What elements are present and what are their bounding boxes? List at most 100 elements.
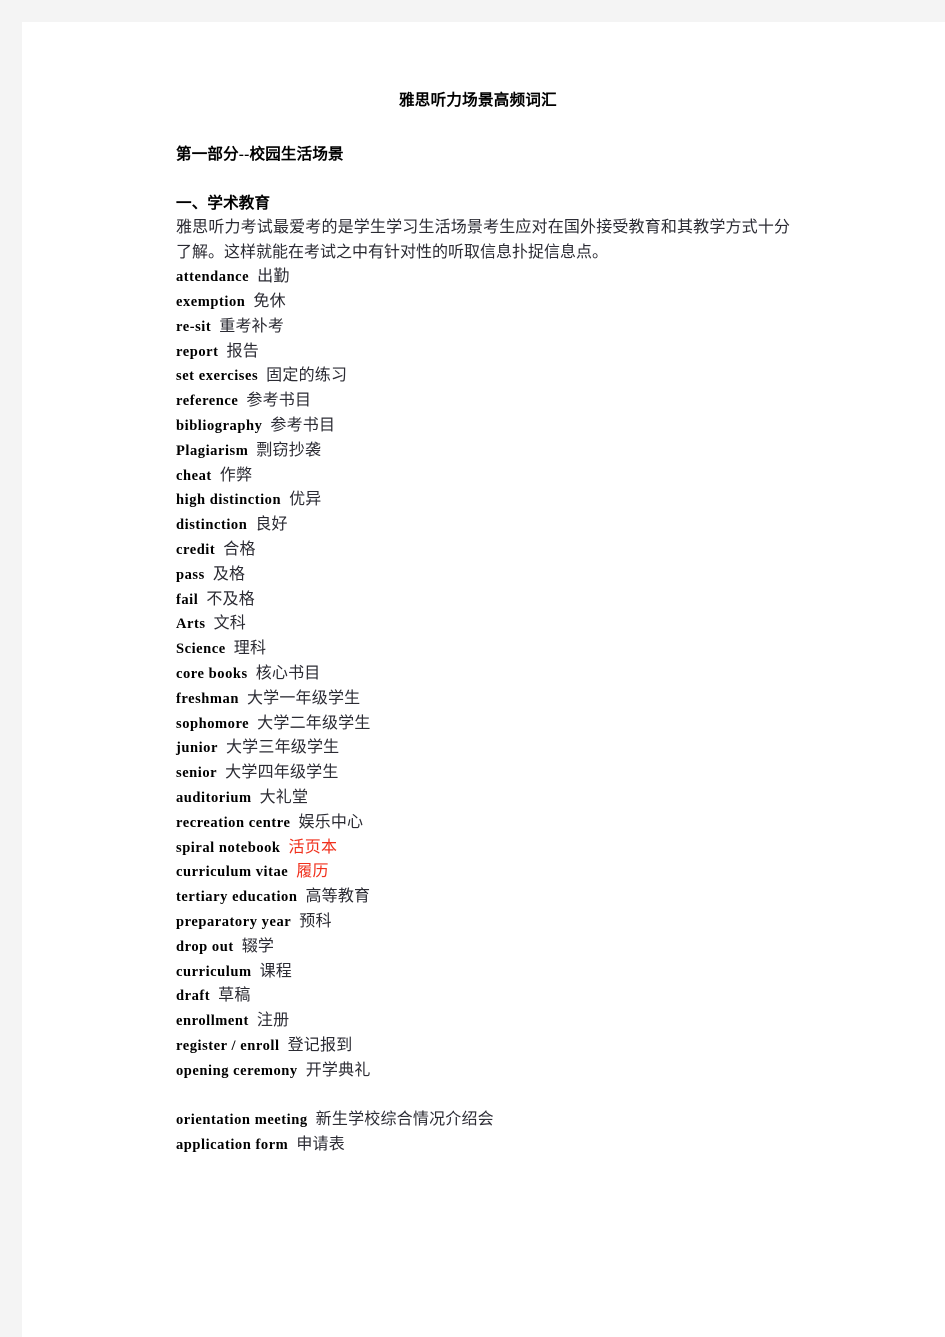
- vocabulary-gloss: 固定的练习: [266, 367, 348, 385]
- vocabulary-entry: recreation centre 娱乐中心: [176, 811, 816, 836]
- vocabulary-gloss: 登记报到: [287, 1036, 353, 1054]
- vocabulary-gloss: 辍学: [241, 937, 275, 955]
- vocabulary-entry: high distinction 优异: [176, 488, 816, 513]
- vocabulary-gloss: 免休: [253, 292, 286, 310]
- vocabulary-entry: preparatory year 预科: [176, 910, 816, 935]
- vocabulary-term: cheat: [176, 467, 212, 484]
- vocabulary-term: application form: [176, 1137, 289, 1154]
- vocabulary-entry: Plagiarism 剽窃抄袭: [176, 439, 816, 464]
- vocabulary-gloss: 注册: [256, 1012, 290, 1030]
- vocabulary-gloss: 剽窃抄袭: [256, 441, 322, 459]
- vocabulary-entry: curriculum 课程: [176, 960, 816, 985]
- vocabulary-entry: cheat 作弊: [176, 464, 816, 489]
- document-page: 雅思听力场景高频词汇 第一部分--校园生活场景 一、学术教育 雅思听力考试最爱考…: [22, 22, 945, 1337]
- vocabulary-entry: draft 草稿: [176, 984, 816, 1009]
- title-spacer: [176, 112, 816, 144]
- vocabulary-entry: re-sit 重考补考: [176, 315, 816, 340]
- vocabulary-entry: Arts 文科: [176, 612, 816, 637]
- vocabulary-gloss: 报告: [226, 342, 259, 360]
- vocabulary-entry: core books 核心书目: [176, 662, 816, 687]
- vocabulary-gloss: 大礼堂: [259, 788, 309, 806]
- vocabulary-term: core books: [176, 665, 248, 682]
- vocabulary-gloss: 大学三年级学生: [225, 739, 340, 757]
- vocabulary-list: attendance 出勤 exemption 免休 re-sit 重考补考 report 报…: [176, 265, 816, 1158]
- vocabulary-term: re-sit: [176, 318, 212, 335]
- vocabulary-term: bibliography: [176, 417, 263, 434]
- vocabulary-term: Plagiarism: [176, 442, 249, 459]
- vocabulary-entry: junior 大学三年级学生: [176, 736, 816, 761]
- vocabulary-gloss: 合格: [223, 540, 256, 558]
- vocabulary-entry: application form 申请表: [176, 1133, 816, 1158]
- vocabulary-term: enrollment: [176, 1013, 249, 1030]
- vocabulary-term: draft: [176, 988, 211, 1005]
- vocabulary-gloss: 出勤: [257, 268, 290, 286]
- vocabulary-entry: reference 参考书目: [176, 389, 816, 414]
- vocabulary-term: spiral notebook: [176, 839, 281, 856]
- vocabulary-term: register / enroll: [176, 1037, 280, 1054]
- vocabulary-entry: senior 大学四年级学生: [176, 761, 816, 786]
- vocabulary-entry: Science 理科: [176, 637, 816, 662]
- vocabulary-term: distinction: [176, 517, 248, 534]
- vocabulary-gloss: 课程: [259, 962, 292, 980]
- vocabulary-gloss: 开学典礼: [305, 1061, 371, 1079]
- section-heading: 第一部分--校园生活场景: [176, 146, 344, 163]
- vocabulary-term: credit: [176, 541, 216, 558]
- vocabulary-term: attendance: [176, 269, 250, 286]
- vocabulary-entry: distinction 良好: [176, 513, 816, 538]
- vocabulary-term: pass: [176, 566, 205, 583]
- vocabulary-term: senior: [176, 765, 218, 782]
- vocabulary-gloss: 高等教育: [305, 888, 371, 906]
- vocabulary-term: set exercises: [176, 368, 259, 385]
- vocabulary-entry: fail 不及格: [176, 588, 816, 613]
- vocabulary-gloss: 申请表: [296, 1136, 345, 1154]
- vocabulary-entry: register / enroll 登记报到: [176, 1034, 816, 1059]
- vocabulary-entry: enrollment 注册: [176, 1009, 816, 1034]
- vocabulary-entry: curriculum vitae 履历: [176, 860, 816, 885]
- vocabulary-entry: bibliography 参考书目: [176, 414, 816, 439]
- vocabulary-entry: report 报告: [176, 340, 816, 365]
- vocabulary-gloss: 大学四年级学生: [225, 764, 339, 782]
- vocabulary-gloss: 作弊: [219, 466, 253, 484]
- vocabulary-gloss: 新生学校综合情况介绍会: [315, 1111, 494, 1129]
- vocabulary-gloss: 核心书目: [255, 664, 321, 682]
- vocabulary-gloss: 参考书目: [246, 392, 312, 410]
- vocabulary-term: preparatory year: [176, 913, 292, 930]
- vocabulary-term: Arts: [176, 616, 206, 633]
- vocabulary-term: orientation meeting: [176, 1112, 308, 1129]
- vocabulary-term: freshman: [176, 690, 239, 707]
- vocabulary-gloss: 草稿: [218, 987, 251, 1005]
- vocabulary-entry: opening ceremony 开学典礼: [176, 1059, 816, 1084]
- vocabulary-term: recreation centre: [176, 814, 291, 831]
- vocabulary-gloss: 大学一年级学生: [246, 689, 361, 707]
- vocabulary-entry: tertiary education 高等教育: [176, 885, 816, 910]
- document-body: 雅思听力场景高频词汇 第一部分--校园生活场景 一、学术教育 雅思听力考试最爱考…: [176, 90, 816, 1158]
- vocabulary-gloss: 活页本: [288, 838, 338, 856]
- vocabulary-gloss: 理科: [233, 640, 267, 658]
- vocabulary-entry: pass 及格: [176, 563, 816, 588]
- vocabulary-entry: attendance 出勤: [176, 265, 816, 290]
- vocabulary-gloss: 履历: [296, 863, 329, 881]
- intro-paragraph: 雅思听力考试最爱考的是学生学习生活场景考生应对在国外接受教育和其教学方式十分了解…: [176, 219, 790, 261]
- vocabulary-gloss: 不及格: [206, 590, 255, 608]
- vocabulary-gloss: 预科: [299, 912, 332, 930]
- vocabulary-term: Science: [176, 641, 226, 658]
- vocabulary-entry: exemption 免休: [176, 290, 816, 315]
- vocabulary-term: opening ceremony: [176, 1062, 298, 1079]
- vocabulary-term: fail: [176, 591, 199, 608]
- vocabulary-entry: auditorium 大礼堂: [176, 786, 816, 811]
- vocabulary-gloss: 优异: [289, 491, 322, 509]
- vocabulary-entry: orientation meeting 新生学校综合情况介绍会: [176, 1108, 816, 1133]
- vocabulary-gloss: 娱乐中心: [298, 813, 364, 831]
- vocabulary-gloss: 参考书目: [270, 416, 336, 434]
- vocabulary-entry: credit 合格: [176, 538, 816, 563]
- vocabulary-term: junior: [176, 740, 218, 757]
- vocabulary-term: reference: [176, 393, 239, 410]
- vocabulary-term: drop out: [176, 938, 234, 955]
- vocabulary-gloss: 及格: [212, 565, 246, 583]
- vocabulary-term: auditorium: [176, 789, 252, 806]
- document-title: 雅思听力场景高频词汇: [398, 92, 557, 109]
- vocabulary-entry: drop out 辍学: [176, 935, 816, 960]
- vocabulary-blank-line: [176, 1083, 816, 1108]
- vocabulary-term: curriculum vitae: [176, 864, 289, 881]
